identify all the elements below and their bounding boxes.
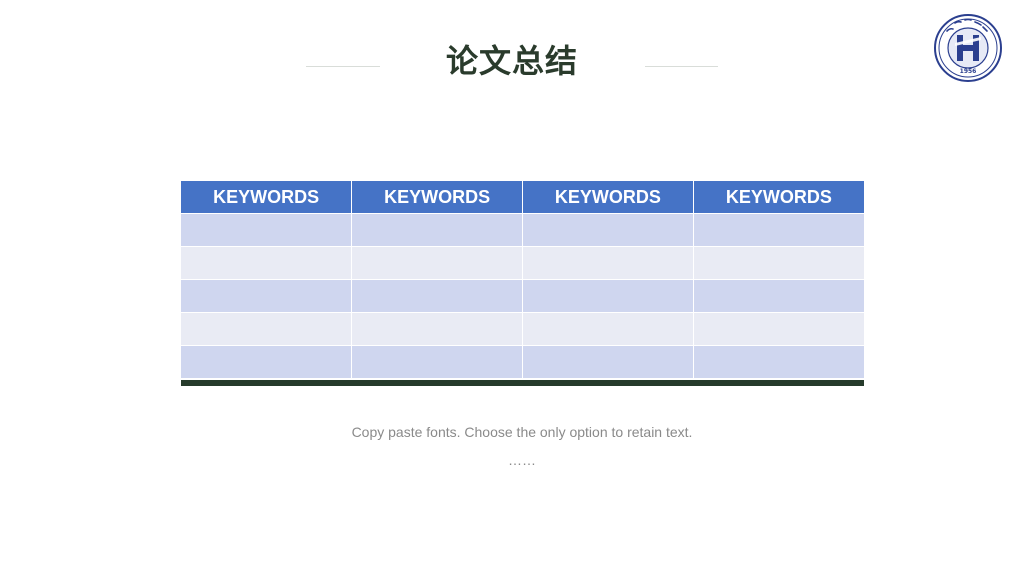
table-row bbox=[181, 213, 864, 247]
table-row bbox=[181, 345, 864, 378]
table-cell bbox=[693, 246, 864, 280]
table-cell bbox=[351, 345, 523, 378]
table-cell bbox=[181, 279, 353, 313]
table-cell bbox=[522, 213, 694, 247]
table-cell bbox=[693, 213, 864, 247]
slide: 论文总结 1956 KEYWORDS KEYWORDS KEYWORDS KEY… bbox=[0, 0, 1024, 576]
table-header-cell: KEYWORDS bbox=[181, 181, 353, 214]
table-row bbox=[181, 246, 864, 280]
table-cell bbox=[181, 345, 353, 378]
table-cell bbox=[351, 279, 523, 313]
title-divider-left bbox=[306, 66, 380, 67]
table-header-row: KEYWORDS KEYWORDS KEYWORDS KEYWORDS bbox=[181, 181, 864, 214]
table-cell bbox=[351, 312, 523, 346]
caption-ellipsis: …… bbox=[508, 452, 536, 468]
title-divider-right bbox=[645, 66, 718, 67]
table-cell bbox=[693, 345, 864, 378]
table-header-cell: KEYWORDS bbox=[522, 181, 694, 214]
table-row bbox=[181, 279, 864, 313]
table-cell bbox=[351, 213, 523, 247]
table-bottom-rule bbox=[181, 380, 864, 386]
seal-year: 1956 bbox=[960, 68, 977, 75]
table-cell bbox=[181, 246, 353, 280]
table-cell bbox=[522, 312, 694, 346]
table-cell bbox=[351, 246, 523, 280]
table-cell bbox=[522, 345, 694, 378]
caption-text: Copy paste fonts. Choose the only option… bbox=[351, 424, 693, 440]
university-seal-icon: 1956 bbox=[934, 14, 1002, 82]
table-header-cell: KEYWORDS bbox=[351, 181, 523, 214]
table-row bbox=[181, 312, 864, 346]
table-cell bbox=[181, 213, 353, 247]
table-cell bbox=[522, 279, 694, 313]
keywords-table: KEYWORDS KEYWORDS KEYWORDS KEYWORDS bbox=[181, 181, 864, 386]
table-cell bbox=[181, 312, 353, 346]
table-header-cell: KEYWORDS bbox=[693, 181, 864, 214]
slide-title: 论文总结 bbox=[445, 42, 578, 80]
table-cell bbox=[522, 246, 694, 280]
table-cell bbox=[693, 312, 864, 346]
table-cell bbox=[693, 279, 864, 313]
